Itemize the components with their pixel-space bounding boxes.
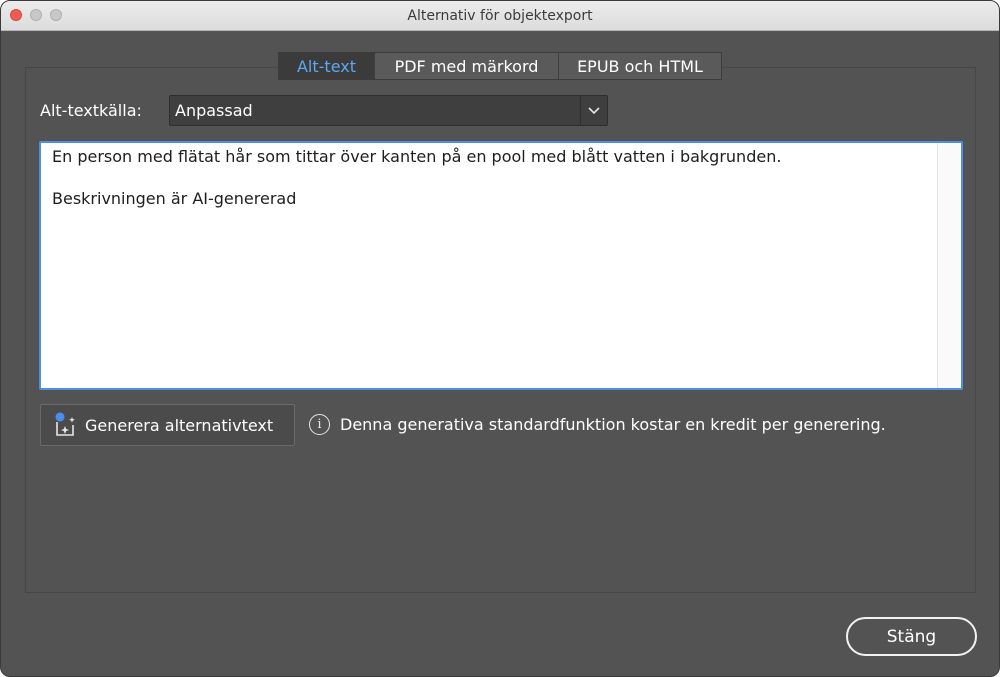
tab-alt-text[interactable]: Alt-text xyxy=(279,53,375,79)
sparkle-generate-icon xyxy=(53,411,79,439)
tab-pdf-tagged[interactable]: PDF med märkord xyxy=(375,53,559,79)
alt-text-input[interactable]: En person med flätat hår som tittar över… xyxy=(39,141,963,390)
credit-info: i Denna generativa standardfunktion kost… xyxy=(309,414,886,435)
chevron-down-icon[interactable] xyxy=(580,96,607,125)
window-title: Alternativ för objektexport xyxy=(407,7,593,24)
tab-epub-html[interactable]: EPUB och HTML xyxy=(559,53,721,79)
window-controls xyxy=(10,9,62,21)
generate-alt-text-label: Generera alternativtext xyxy=(85,415,274,435)
alt-text-source-value: Anpassad xyxy=(175,101,253,120)
tab-bar: Alt-text PDF med märkord EPUB och HTML xyxy=(278,52,722,80)
info-icon: i xyxy=(309,414,330,435)
title-bar: Alternativ för objektexport xyxy=(1,1,999,31)
alt-text-line-2: Beskrivningen är AI-genererad xyxy=(52,189,297,208)
alt-text-line-1: En person med flätat hår som tittar över… xyxy=(52,147,782,166)
close-window-icon[interactable] xyxy=(10,9,22,21)
minimize-window-icon[interactable] xyxy=(30,9,42,21)
close-button[interactable]: Stäng xyxy=(846,617,977,656)
zoom-window-icon[interactable] xyxy=(50,9,62,21)
generate-alt-text-button[interactable]: Generera alternativtext xyxy=(40,404,295,446)
credit-info-text: Denna generativa standardfunktion kostar… xyxy=(340,415,886,434)
dialog-window: Alternativ för objektexport Alt-text PDF… xyxy=(0,0,1000,677)
alt-text-source-select[interactable]: Anpassad xyxy=(169,95,608,126)
alt-text-source-label: Alt-textkälla: xyxy=(40,101,142,120)
alt-text-scrollbar[interactable] xyxy=(937,143,961,388)
